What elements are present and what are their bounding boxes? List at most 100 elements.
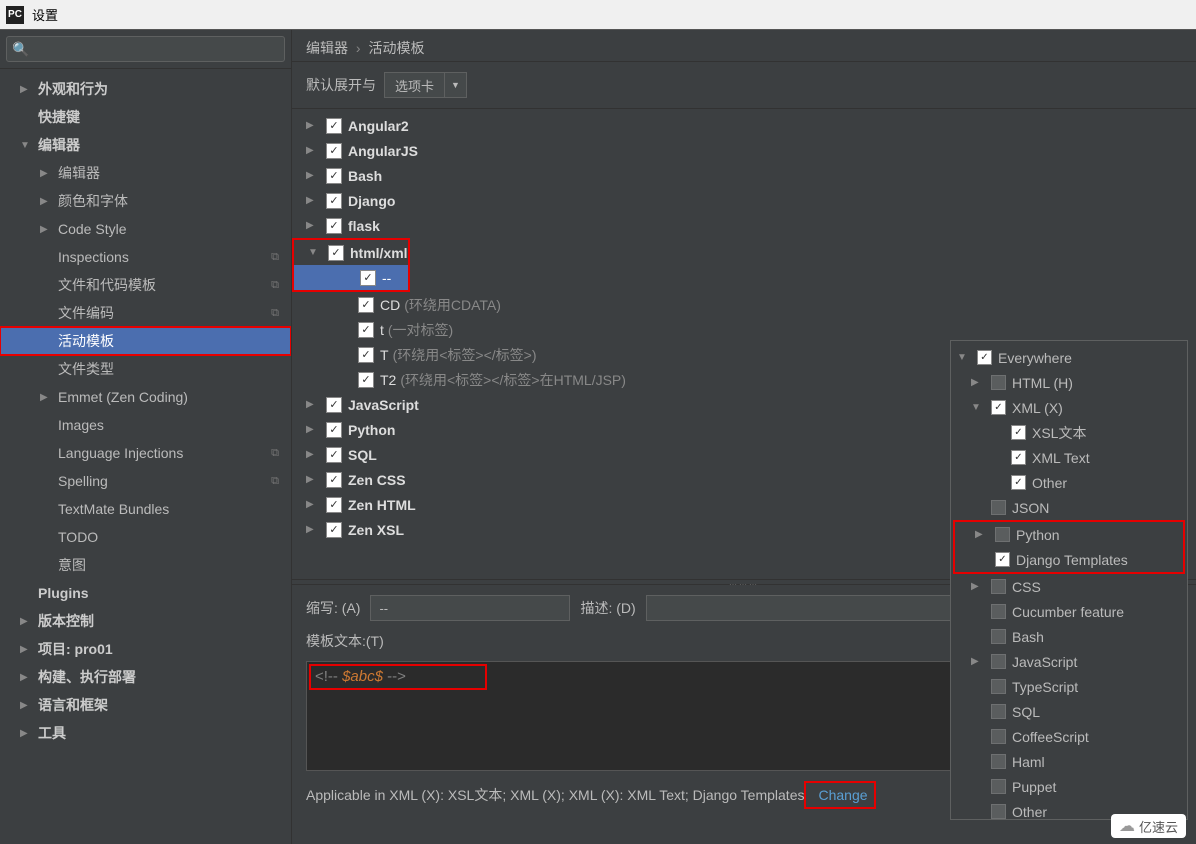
context-item[interactable]: Puppet — [951, 774, 1187, 799]
checkbox[interactable] — [991, 629, 1006, 644]
settings-tree[interactable]: ▶外观和行为快捷键 ▼编辑器▶编辑器▶颜色和字体▶Code StyleInspec… — [0, 69, 291, 844]
checkbox[interactable] — [326, 472, 342, 488]
sidebar-item-13[interactable]: Language Injections⧉ — [0, 439, 291, 467]
context-item[interactable]: XML Text — [951, 445, 1187, 470]
context-item[interactable]: XSL文本 — [951, 420, 1187, 445]
sidebar-item-10[interactable]: 文件类型 — [0, 355, 291, 383]
checkbox[interactable] — [991, 500, 1006, 515]
context-item[interactable]: Cucumber feature — [951, 599, 1187, 624]
checkbox[interactable] — [1011, 475, 1026, 490]
checkbox[interactable] — [326, 118, 342, 134]
checkbox[interactable] — [991, 679, 1006, 694]
sidebar-item-6[interactable]: Inspections⧉ — [0, 243, 291, 271]
sidebar-item-2[interactable]: ▼编辑器 — [0, 131, 291, 159]
checkbox[interactable] — [991, 604, 1006, 619]
checkbox[interactable] — [991, 779, 1006, 794]
context-item[interactable]: ▶HTML (H) — [951, 370, 1187, 395]
sidebar-item-1[interactable]: 快捷键 — [0, 103, 291, 131]
sidebar-item-label: 版本控制 — [38, 611, 291, 631]
sidebar-item-23[interactable]: ▶工具 — [0, 719, 291, 747]
template-group-item[interactable]: ▶AngularJS — [292, 138, 1196, 163]
sidebar-item-5[interactable]: ▶Code Style — [0, 215, 291, 243]
checkbox[interactable] — [326, 447, 342, 463]
chevron-icon: ▶ — [306, 399, 320, 410]
change-link[interactable]: Change — [818, 787, 867, 803]
context-item[interactable]: CoffeeScript — [951, 724, 1187, 749]
context-item[interactable]: ▼Everywhere — [951, 345, 1187, 370]
context-item[interactable]: ▼XML (X) — [951, 395, 1187, 420]
checkbox[interactable] — [1011, 450, 1026, 465]
template-child-item[interactable]: CD(环绕用CDATA) — [292, 292, 1196, 317]
sidebar-item-11[interactable]: ▶Emmet (Zen Coding) — [0, 383, 291, 411]
context-item[interactable]: SQL — [951, 699, 1187, 724]
checkbox[interactable] — [326, 397, 342, 413]
chevron-icon: ▶ — [306, 195, 320, 206]
sidebar-item-0[interactable]: ▶外观和行为 — [0, 75, 291, 103]
checkbox[interactable] — [991, 804, 1006, 819]
sidebar-item-12[interactable]: Images — [0, 411, 291, 439]
sidebar-item-14[interactable]: Spelling⧉ — [0, 467, 291, 495]
checkbox[interactable] — [360, 270, 376, 286]
sidebar-item-15[interactable]: TextMate Bundles — [0, 495, 291, 523]
checkbox[interactable] — [991, 375, 1006, 390]
sidebar-item-4[interactable]: ▶颜色和字体 — [0, 187, 291, 215]
context-item[interactable]: ▶JavaScript — [951, 649, 1187, 674]
sidebar-item-19[interactable]: ▶版本控制 — [0, 607, 291, 635]
checkbox[interactable] — [326, 522, 342, 538]
sidebar-item-8[interactable]: 文件编码⧉ — [0, 299, 291, 327]
expand-select[interactable]: 选项卡 ▼ — [384, 72, 467, 98]
sidebar-item-9[interactable]: 活动模板 — [0, 327, 291, 355]
checkbox[interactable] — [977, 350, 992, 365]
app-icon: PC — [6, 6, 24, 24]
checkbox[interactable] — [326, 193, 342, 209]
checkbox[interactable] — [326, 168, 342, 184]
context-item[interactable]: ▶Python — [955, 522, 1183, 547]
checkbox[interactable] — [991, 579, 1006, 594]
context-item[interactable]: Bash — [951, 624, 1187, 649]
sidebar-item-21[interactable]: ▶构建、执行部署 — [0, 663, 291, 691]
sidebar-item-7[interactable]: 文件和代码模板⧉ — [0, 271, 291, 299]
checkbox[interactable] — [991, 729, 1006, 744]
checkbox[interactable] — [328, 245, 344, 261]
checkbox[interactable] — [358, 297, 374, 313]
checkbox[interactable] — [991, 654, 1006, 669]
sidebar-item-16[interactable]: TODO — [0, 523, 291, 551]
template-group-item[interactable]: ▶Angular2 — [292, 113, 1196, 138]
sidebar-item-17[interactable]: 意图 — [0, 551, 291, 579]
sidebar-item-18[interactable]: Plugins — [0, 579, 291, 607]
checkbox[interactable] — [358, 372, 374, 388]
checkbox[interactable] — [1011, 425, 1026, 440]
checkbox[interactable] — [991, 400, 1006, 415]
context-item[interactable]: Django Templates — [955, 547, 1183, 572]
checkbox[interactable] — [991, 754, 1006, 769]
context-item[interactable]: TypeScript — [951, 674, 1187, 699]
sidebar-item-3[interactable]: ▶编辑器 — [0, 159, 291, 187]
template-child-item[interactable]: -- — [294, 265, 408, 290]
checkbox[interactable] — [358, 347, 374, 363]
breadcrumb-a[interactable]: 编辑器 — [306, 40, 348, 56]
checkbox[interactable] — [326, 422, 342, 438]
checkbox[interactable] — [995, 527, 1010, 542]
context-item[interactable]: ▶CSS — [951, 574, 1187, 599]
template-group-item[interactable]: ▶Django — [292, 188, 1196, 213]
context-item[interactable]: JSON — [951, 495, 1187, 520]
context-type-panel[interactable]: ▼Everywhere▶HTML (H)▼XML (X)XSL文本XML Tex… — [950, 340, 1188, 820]
checkbox[interactable] — [326, 218, 342, 234]
search-input[interactable] — [6, 36, 285, 62]
breadcrumb-b: 活动模板 — [368, 40, 424, 56]
checkbox[interactable] — [991, 704, 1006, 719]
template-group-item[interactable]: ▼html/xml — [294, 240, 408, 265]
sidebar-item-22[interactable]: ▶语言和框架 — [0, 691, 291, 719]
context-item[interactable]: Other — [951, 470, 1187, 495]
template-child-item[interactable]: t(一对标签) — [292, 317, 1196, 342]
template-group-item[interactable]: ▶flask — [292, 213, 1196, 238]
template-group-item[interactable]: ▶Bash — [292, 163, 1196, 188]
checkbox[interactable] — [995, 552, 1010, 567]
sidebar-item-label: 快捷键 — [38, 107, 291, 127]
abbrev-input[interactable] — [370, 595, 570, 621]
checkbox[interactable] — [326, 143, 342, 159]
checkbox[interactable] — [326, 497, 342, 513]
checkbox[interactable] — [358, 322, 374, 338]
sidebar-item-20[interactable]: ▶项目: pro01 — [0, 635, 291, 663]
context-item[interactable]: Haml — [951, 749, 1187, 774]
